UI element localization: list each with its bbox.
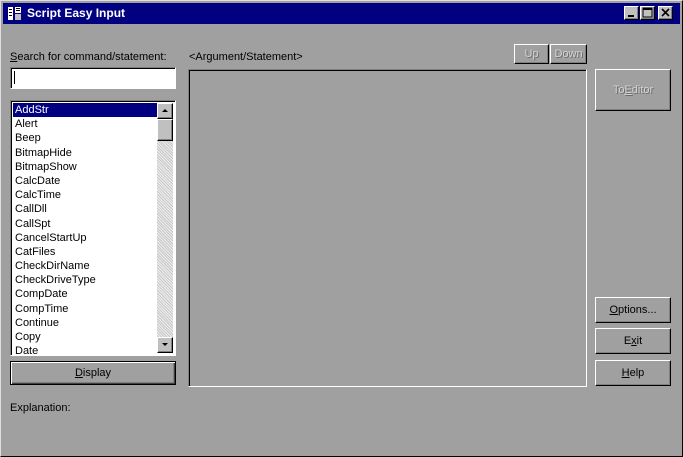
up-button[interactable]: Up bbox=[514, 44, 549, 64]
list-item[interactable]: CallDll bbox=[13, 202, 158, 216]
list-item[interactable]: AddStr bbox=[13, 103, 158, 118]
window-title: Script Easy Input bbox=[27, 6, 126, 20]
command-list: AddStr Alert Beep BitmapHide BitmapShow CalcD… bbox=[13, 103, 158, 358]
minimize-button[interactable] bbox=[624, 6, 639, 20]
maximize-icon bbox=[642, 7, 653, 18]
list-item[interactable]: CalcTime bbox=[13, 188, 158, 202]
list-item[interactable]: Copy bbox=[13, 330, 158, 344]
argument-panel[interactable] bbox=[188, 69, 587, 387]
minimize-icon bbox=[628, 15, 634, 17]
list-item[interactable]: CalcDate bbox=[13, 174, 158, 188]
script-easy-input-window: Script Easy Input Search for command/sta… bbox=[0, 0, 683, 457]
close-button[interactable] bbox=[658, 6, 673, 20]
list-item[interactable]: Date bbox=[13, 344, 158, 358]
list-item[interactable]: CallSpt bbox=[13, 217, 158, 231]
exit-button[interactable]: Ex it bbox=[595, 328, 671, 354]
list-item[interactable]: Continue bbox=[13, 316, 158, 330]
arrow-down-icon bbox=[162, 343, 168, 346]
options-button[interactable]: Options... bbox=[595, 297, 671, 323]
list-item[interactable]: BitmapShow bbox=[13, 160, 158, 174]
scroll-thumb[interactable] bbox=[157, 119, 173, 141]
list-item[interactable]: Alert bbox=[13, 117, 158, 131]
command-listbox[interactable]: AddStr Alert Beep BitmapHide BitmapShow CalcD… bbox=[10, 100, 176, 358]
explanation-label: Explanation: bbox=[10, 402, 71, 414]
app-icon bbox=[7, 6, 22, 21]
search-input[interactable] bbox=[10, 67, 176, 89]
list-item[interactable]: CompDate bbox=[13, 287, 158, 301]
arrow-up-icon bbox=[162, 109, 168, 112]
list-item[interactable]: CompTime bbox=[13, 302, 158, 316]
list-item[interactable]: BitmapHide bbox=[13, 146, 158, 160]
scroll-down-button[interactable] bbox=[157, 337, 173, 353]
to-editor-button[interactable]: To Editor bbox=[595, 69, 671, 111]
list-item[interactable]: CheckDriveType bbox=[13, 273, 158, 287]
text-cursor bbox=[14, 71, 15, 84]
search-label: Search for command/statement: bbox=[10, 51, 167, 63]
list-item[interactable]: CatFiles bbox=[13, 245, 158, 259]
down-button[interactable]: Down bbox=[550, 44, 587, 64]
help-button[interactable]: Help bbox=[595, 360, 671, 386]
list-scrollbar[interactable] bbox=[157, 103, 173, 353]
list-item[interactable]: CheckDirName bbox=[13, 259, 158, 273]
argument-label: <Argument/Statement> bbox=[189, 51, 303, 63]
list-item[interactable]: Beep bbox=[13, 131, 158, 145]
title-bar[interactable]: Script Easy Input bbox=[3, 3, 680, 24]
scroll-up-button[interactable] bbox=[157, 103, 173, 119]
close-icon bbox=[661, 8, 670, 17]
list-item[interactable]: CancelStartUp bbox=[13, 231, 158, 245]
maximize-button[interactable] bbox=[640, 6, 655, 20]
display-button[interactable]: Display bbox=[10, 361, 176, 385]
